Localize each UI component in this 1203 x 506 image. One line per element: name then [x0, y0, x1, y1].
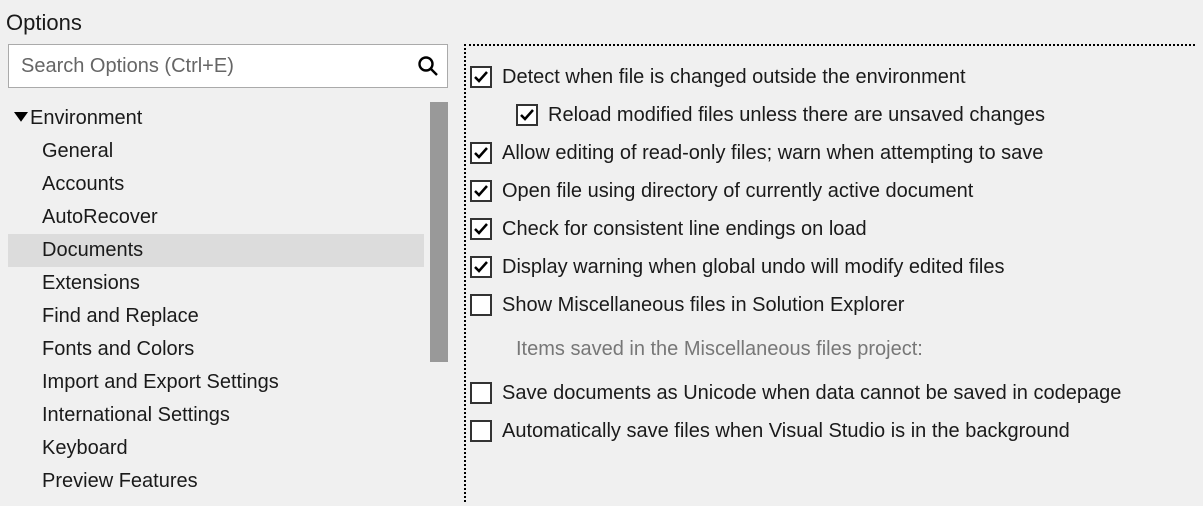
- checkbox-icon[interactable]: [470, 66, 492, 88]
- tree-item-label: Preview Features: [42, 470, 198, 493]
- left-pane: Environment General Accounts AutoRecover Do…: [8, 44, 448, 502]
- tree-item[interactable]: Extensions: [8, 267, 424, 300]
- opt-save-unicode[interactable]: Save documents as Unicode when data cann…: [470, 374, 1195, 412]
- tree-item-label: Import and Export Settings: [42, 371, 279, 394]
- dialog-title: Options: [0, 0, 1203, 44]
- tree-item[interactable]: Import and Export Settings: [8, 366, 424, 399]
- collapse-icon[interactable]: [14, 112, 28, 126]
- checkbox-icon[interactable]: [470, 294, 492, 316]
- options-tree[interactable]: Environment General Accounts AutoRecover Do…: [8, 102, 424, 502]
- tree-item[interactable]: Accounts: [8, 168, 424, 201]
- opt-label: Reload modified files unless there are u…: [548, 104, 1045, 127]
- tree-item[interactable]: AutoRecover: [8, 201, 424, 234]
- misc-label-text: Items saved in the Miscellaneous files p…: [516, 338, 923, 361]
- checkbox-icon[interactable]: [470, 256, 492, 278]
- opt-label: Detect when file is changed outside the …: [502, 66, 966, 89]
- tree-item-label: Documents: [42, 239, 143, 262]
- opt-label: Open file using directory of currently a…: [502, 180, 973, 203]
- tree-group-environment[interactable]: Environment: [8, 102, 424, 135]
- opt-label: Allow editing of read-only files; warn w…: [502, 142, 1043, 165]
- search-input[interactable]: [8, 44, 448, 88]
- opt-check-line-endings[interactable]: Check for consistent line endings on loa…: [470, 210, 1195, 248]
- tree-item-label: Find and Replace: [42, 305, 199, 328]
- tree-item[interactable]: Find and Replace: [8, 300, 424, 333]
- tree-item[interactable]: Fonts and Colors: [8, 333, 424, 366]
- tree-scrollbar[interactable]: [430, 102, 448, 502]
- tree-item[interactable]: Preview Features: [8, 465, 424, 498]
- tree-item[interactable]: Documents: [8, 234, 424, 267]
- tree-item-label: Extensions: [42, 272, 140, 295]
- options-frame: Detect when file is changed outside the …: [464, 44, 1195, 502]
- tree-item-label: Fonts and Colors: [42, 338, 194, 361]
- checkbox-icon[interactable]: [470, 382, 492, 404]
- checkbox-icon[interactable]: [470, 218, 492, 240]
- search-row: [8, 44, 448, 88]
- checkbox-icon[interactable]: [470, 180, 492, 202]
- tree-item-label: Accounts: [42, 173, 124, 196]
- right-pane: Detect when file is changed outside the …: [464, 44, 1195, 502]
- tree-item[interactable]: Keyboard: [8, 432, 424, 465]
- opt-show-misc[interactable]: Show Miscellaneous files in Solution Exp…: [470, 286, 1195, 324]
- checkbox-icon[interactable]: [516, 104, 538, 126]
- dialog-body: Environment General Accounts AutoRecover Do…: [0, 44, 1203, 502]
- scroll-thumb[interactable]: [430, 102, 448, 362]
- checkbox-icon[interactable]: [470, 142, 492, 164]
- tree-wrap: Environment General Accounts AutoRecover Do…: [8, 102, 448, 502]
- tree-group-label: Environment: [30, 107, 142, 130]
- opt-label: Check for consistent line endings on loa…: [502, 218, 867, 241]
- tree-item-label: General: [42, 140, 113, 163]
- opt-open-using-dir[interactable]: Open file using directory of currently a…: [470, 172, 1195, 210]
- search-icon[interactable]: [416, 54, 440, 78]
- tree-item[interactable]: International Settings: [8, 399, 424, 432]
- opt-label: Display warning when global undo will mo…: [502, 256, 1005, 279]
- tree-item-label: Keyboard: [42, 437, 128, 460]
- opt-label: Save documents as Unicode when data cann…: [502, 382, 1121, 405]
- tree-item-label: International Settings: [42, 404, 230, 427]
- opt-autosave-bg[interactable]: Automatically save files when Visual Stu…: [470, 412, 1195, 450]
- tree-item-label: AutoRecover: [42, 206, 158, 229]
- tree-item[interactable]: General: [8, 135, 424, 168]
- opt-global-undo-warn[interactable]: Display warning when global undo will mo…: [470, 248, 1195, 286]
- misc-items-label: Items saved in the Miscellaneous files p…: [470, 324, 1195, 374]
- opt-detect-changed[interactable]: Detect when file is changed outside the …: [470, 58, 1195, 96]
- opt-label: Automatically save files when Visual Stu…: [502, 420, 1070, 443]
- opt-label: Show Miscellaneous files in Solution Exp…: [502, 294, 904, 317]
- checkbox-icon[interactable]: [470, 420, 492, 442]
- opt-allow-readonly[interactable]: Allow editing of read-only files; warn w…: [470, 134, 1195, 172]
- opt-reload-modified[interactable]: Reload modified files unless there are u…: [470, 96, 1195, 134]
